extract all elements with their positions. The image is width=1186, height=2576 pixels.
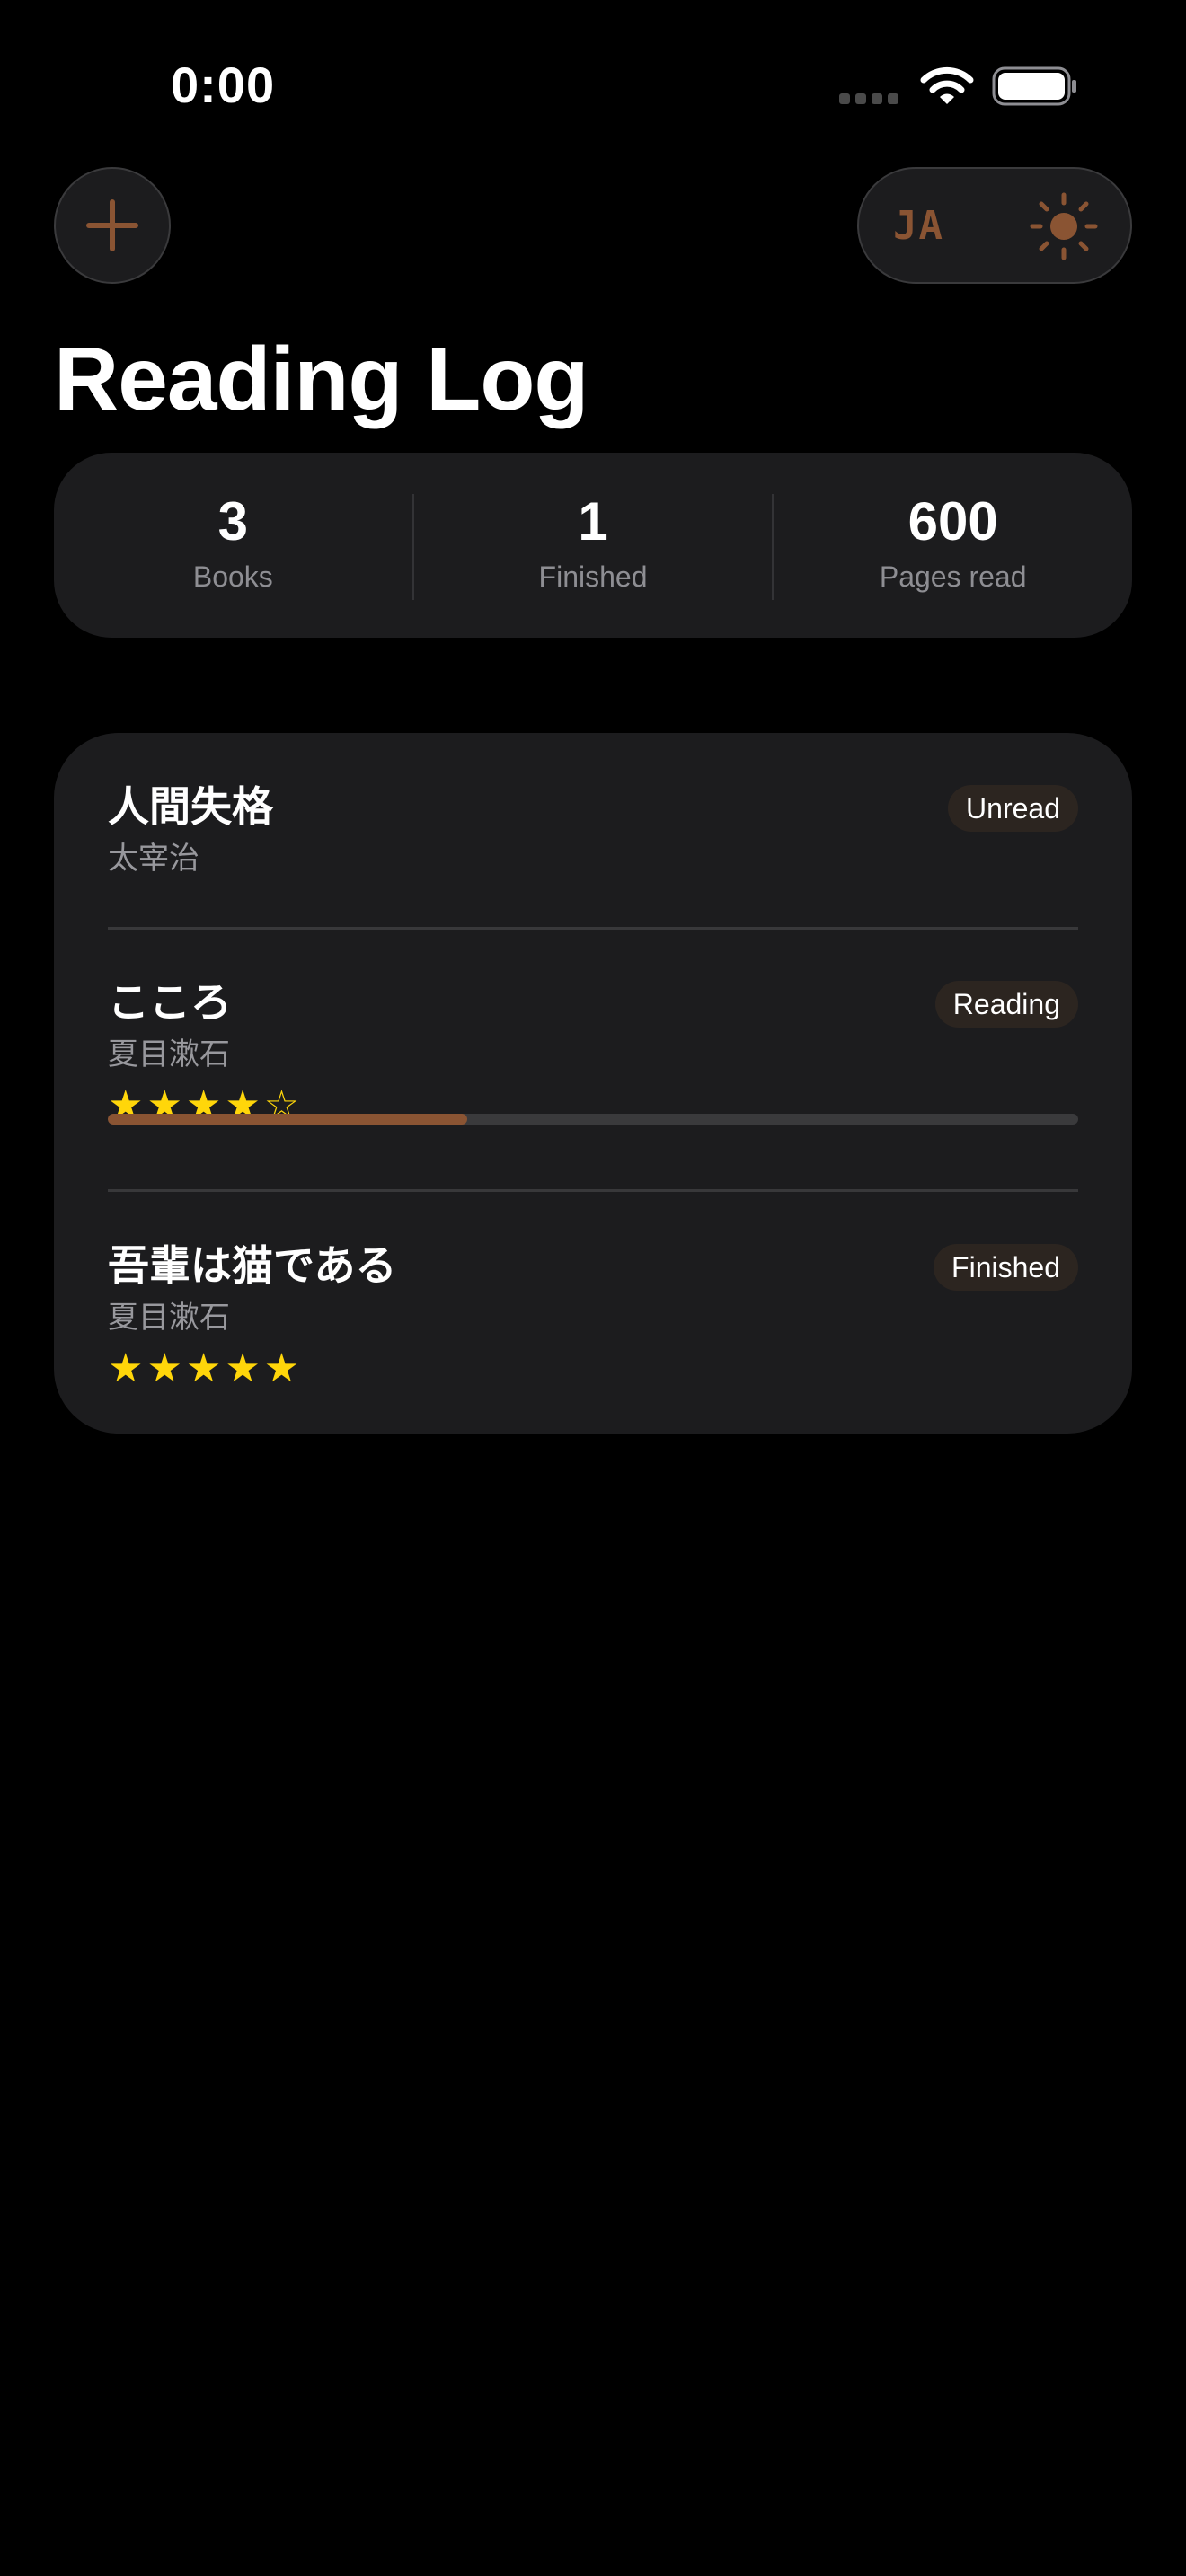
language-button[interactable]: JA	[893, 203, 944, 249]
language-theme-toggle[interactable]: JA	[857, 167, 1132, 284]
book-author: 夏目漱石	[108, 1037, 230, 1072]
book-title: こころ	[108, 979, 232, 1026]
battery-icon	[992, 66, 1076, 106]
book-author: 太宰治	[108, 842, 199, 876]
status-badge: Reading	[934, 981, 1078, 1028]
book-row-kokoro[interactable]: こころ Reading 夏目漱石 ★★★★☆	[108, 975, 1078, 1173]
book-list: 人間失格 Unread 太宰治 こころ Reading 夏目漱石 ★★★★☆ 吾…	[54, 733, 1132, 1434]
reading-progress-fill	[108, 1114, 467, 1125]
status-badge: Unread	[948, 785, 1078, 832]
row-divider	[108, 1189, 1078, 1192]
wifi-icon	[920, 66, 974, 104]
stat-books: 3 Books	[54, 453, 412, 638]
stats-card: 3 Books 1 Finished 600 Pages read	[54, 453, 1132, 638]
reading-progress-bar	[108, 1114, 1078, 1125]
stat-pages-value: 600	[907, 491, 998, 551]
cellular-signal-icon	[839, 93, 898, 104]
status-bar: 0:00	[0, 0, 1186, 171]
stat-books-label: Books	[192, 560, 273, 593]
book-title: 人間失格	[108, 783, 273, 830]
stat-books-value: 3	[217, 491, 249, 551]
add-book-button[interactable]	[54, 167, 171, 284]
page-title: Reading Log	[54, 329, 589, 429]
star-rating: ★★★★★	[108, 1345, 304, 1391]
book-author: 夏目漱石	[108, 1301, 230, 1335]
book-row-wagahai[interactable]: 吾輩は猫である Finished 夏目漱石 ★★★★★	[108, 1239, 1078, 1400]
stat-finished-value: 1	[578, 491, 608, 551]
book-row-ningen-shikkaku[interactable]: 人間失格 Unread 太宰治	[108, 780, 1078, 905]
stat-finished: 1 Finished	[414, 453, 773, 638]
stat-finished-label: Finished	[538, 560, 648, 593]
status-time: 0:00	[171, 57, 276, 113]
book-title: 吾輩は猫である	[108, 1242, 397, 1289]
row-divider	[108, 927, 1078, 930]
plus-icon	[86, 199, 138, 251]
stat-pages: 600 Pages read	[774, 453, 1132, 638]
sun-icon[interactable]	[1030, 192, 1098, 260]
status-badge: Finished	[934, 1244, 1078, 1291]
stat-pages-label: Pages read	[879, 560, 1027, 593]
